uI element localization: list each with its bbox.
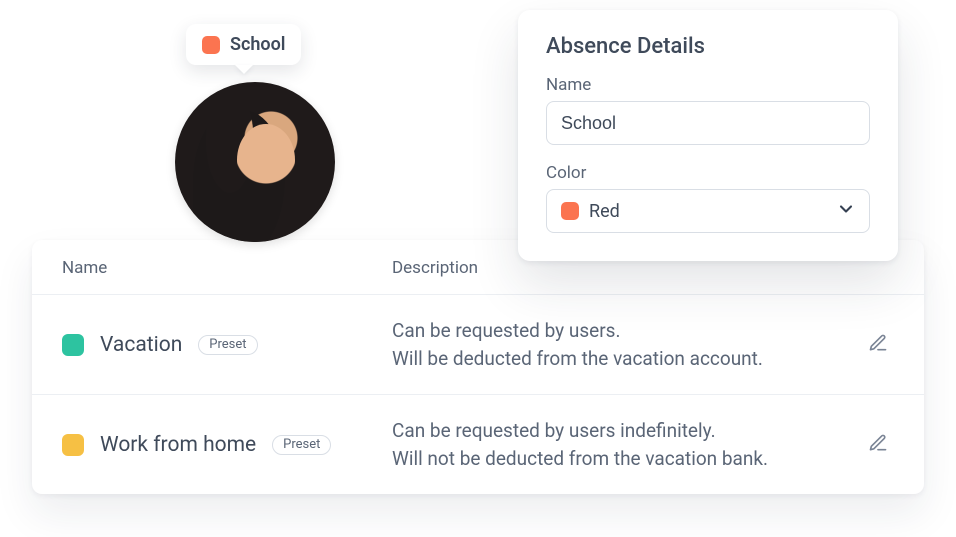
color-select-value: Red <box>589 201 620 222</box>
absence-name: Work from home <box>100 433 256 457</box>
color-swatch <box>561 202 579 220</box>
preset-badge: Preset <box>272 435 331 455</box>
pencil-icon <box>868 433 888 456</box>
absence-details-panel: Absence Details Name Color Red <box>518 10 898 261</box>
absence-tag-tooltip: School <box>186 24 301 65</box>
avatar <box>175 82 335 242</box>
chevron-down-icon <box>836 199 856 223</box>
absence-name: Vacation <box>100 333 182 357</box>
edit-button[interactable] <box>862 429 894 461</box>
absence-description-line: Can be requested by users. <box>392 317 844 345</box>
pencil-icon <box>868 333 888 356</box>
color-select[interactable]: Red <box>546 189 870 233</box>
absence-description-line: Will not be deducted from the vacation b… <box>392 445 844 473</box>
absence-types-table: Name Description Vacation Preset Can be … <box>32 240 924 494</box>
color-swatch <box>62 434 84 456</box>
avatar-wrapper <box>175 82 335 242</box>
absence-description-line: Can be requested by users indefinitely. <box>392 417 844 445</box>
edit-button[interactable] <box>862 329 894 361</box>
absence-description-line: Will be deducted from the vacation accou… <box>392 345 844 373</box>
name-input[interactable] <box>546 101 870 145</box>
table-row: Work from home Preset Can be requested b… <box>32 395 924 494</box>
color-swatch <box>62 334 84 356</box>
panel-title: Absence Details <box>546 34 870 59</box>
absence-tag-label: School <box>230 34 285 55</box>
column-header-description: Description <box>392 258 844 278</box>
color-swatch <box>202 36 220 54</box>
table-row: Vacation Preset Can be requested by user… <box>32 295 924 395</box>
color-label: Color <box>546 163 870 183</box>
name-label: Name <box>546 75 870 95</box>
column-header-name: Name <box>62 258 392 278</box>
preset-badge: Preset <box>198 335 257 355</box>
